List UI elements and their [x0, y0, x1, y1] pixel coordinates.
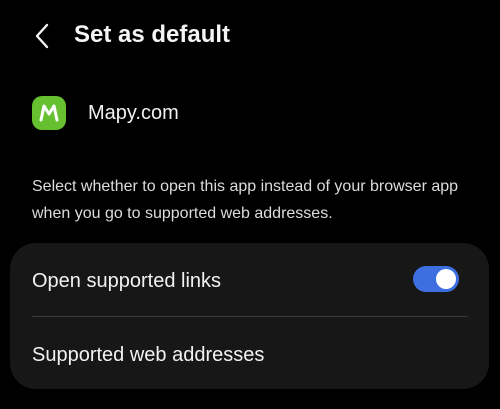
supported-web-addresses-label: Supported web addresses [32, 344, 265, 366]
settings-card: Open supported links Supported web addre… [10, 243, 489, 389]
supported-web-addresses-row[interactable]: Supported web addresses [10, 317, 489, 389]
open-supported-links-row[interactable]: Open supported links [10, 243, 489, 315]
open-supported-links-toggle[interactable] [413, 266, 459, 292]
back-button[interactable] [28, 20, 56, 52]
header-bar: Set as default [0, 0, 500, 70]
app-name: Mapy.com [88, 102, 179, 124]
mapy-app-icon [32, 96, 66, 130]
mapy-logo-icon [39, 104, 59, 122]
description-text: Select whether to open this app instead … [32, 178, 459, 222]
toggle-knob [436, 269, 456, 289]
page-title: Set as default [74, 21, 231, 48]
app-info-row: Mapy.com [32, 95, 179, 131]
chevron-left-icon [35, 23, 49, 49]
open-supported-links-label: Open supported links [32, 270, 222, 292]
